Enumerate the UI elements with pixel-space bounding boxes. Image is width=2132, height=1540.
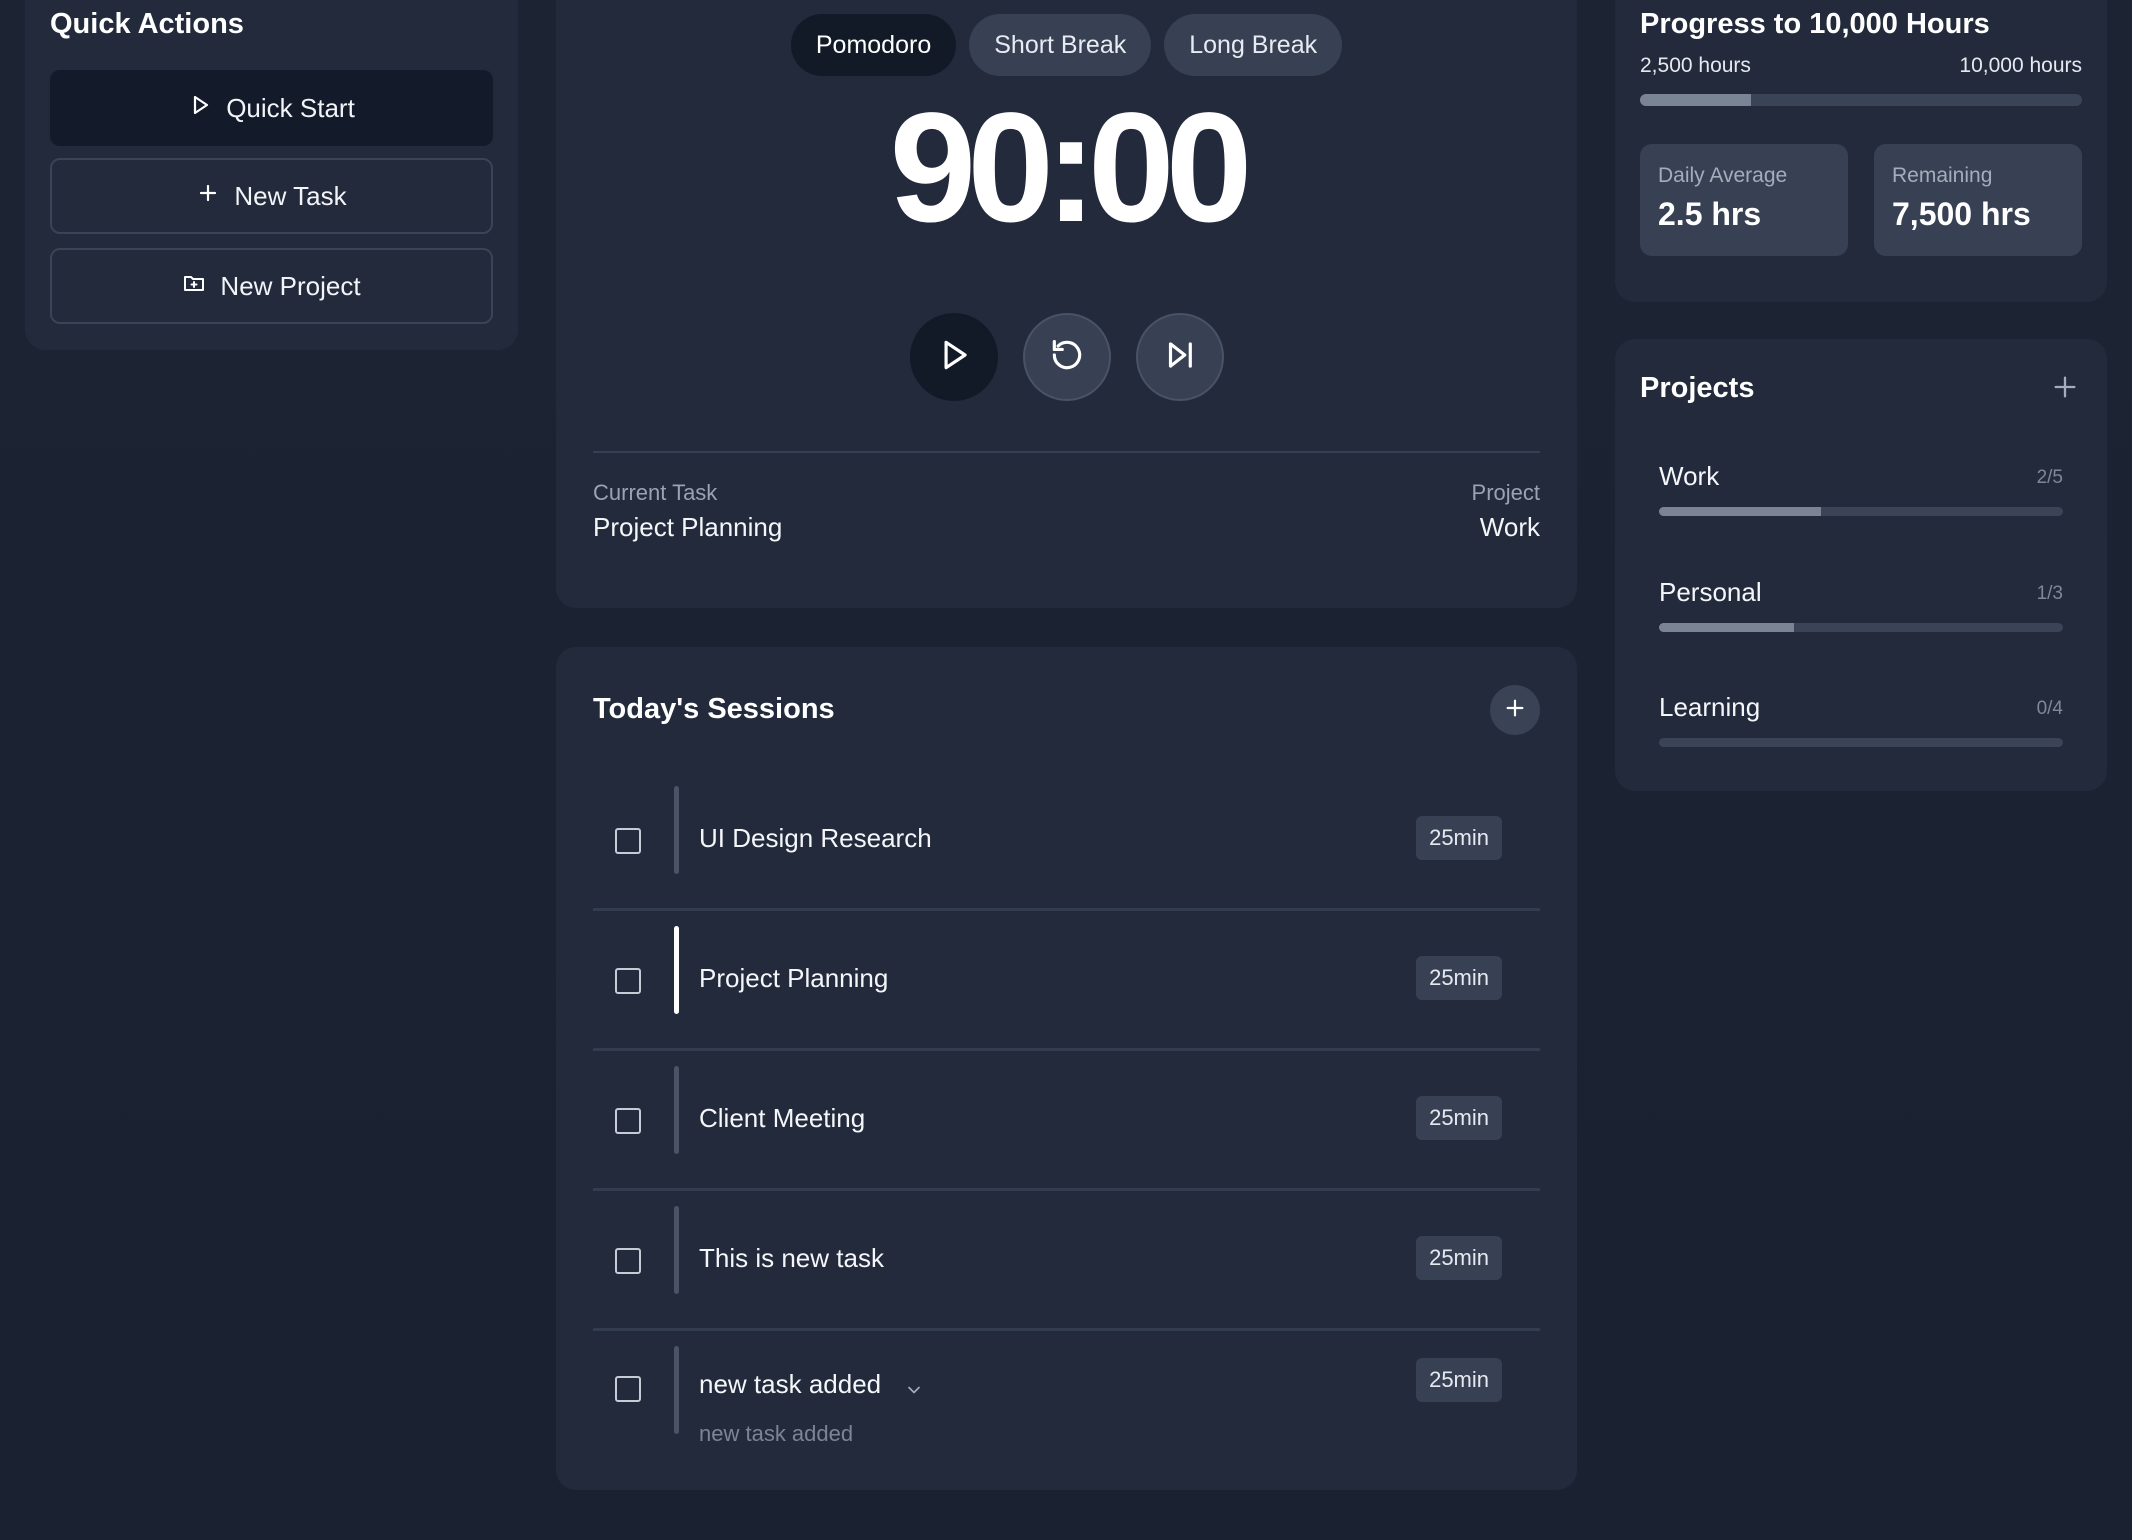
new-task-label: New Task xyxy=(234,180,347,211)
reset-button[interactable] xyxy=(1022,313,1111,401)
new-project-button[interactable]: New Project xyxy=(50,248,493,324)
session-name: new task added xyxy=(699,1369,882,1399)
session-row[interactable]: Client Meeting 25min xyxy=(593,1051,1540,1191)
progress-bar xyxy=(1640,94,2082,106)
session-row[interactable]: This is new task 25min xyxy=(593,1191,1540,1331)
plus-icon xyxy=(2051,376,2079,405)
quick-start-label: Quick Start xyxy=(226,92,355,123)
projects-card: Projects Work 2/5 Personal 1/3 Learning … xyxy=(1615,339,2107,791)
quick-start-button[interactable]: Quick Start xyxy=(50,70,493,146)
project-progress-fill xyxy=(1659,623,1794,632)
skip-button[interactable] xyxy=(1135,313,1224,401)
reset-icon xyxy=(1048,336,1086,379)
projects-title: Projects xyxy=(1640,372,1755,404)
session-duration-badge: 25min xyxy=(1416,816,1502,860)
tab-pomodoro[interactable]: Pomodoro xyxy=(790,14,957,76)
session-name: Project Planning xyxy=(699,963,889,993)
mode-tabs: Pomodoro Short Break Long Break xyxy=(556,14,1577,76)
project-count: 1/3 xyxy=(2036,583,2063,604)
chevron-down-icon[interactable] xyxy=(904,1376,924,1396)
divider xyxy=(593,451,1540,453)
remaining-value: 7,500 hrs xyxy=(1892,196,2031,232)
plus-icon xyxy=(1504,697,1526,724)
quick-actions-title: Quick Actions xyxy=(50,8,244,40)
current-task-label: Current Task xyxy=(593,480,718,505)
daily-average-stat: Daily Average 2.5 hrs xyxy=(1640,144,1848,256)
session-checkbox[interactable] xyxy=(615,968,641,994)
daily-average-label: Daily Average xyxy=(1658,164,1788,187)
project-item-personal[interactable]: Personal 1/3 xyxy=(1659,577,2063,667)
play-icon xyxy=(188,93,212,124)
session-duration-badge: 25min xyxy=(1416,956,1502,1000)
timer-display: 90:00 xyxy=(889,81,1253,255)
timer-card: Pomodoro Short Break Long Break 90:00 Cu… xyxy=(556,0,1577,608)
session-name: This is new task xyxy=(699,1243,884,1273)
session-indicator xyxy=(674,926,679,1014)
plus-icon xyxy=(196,181,220,212)
project-progress-fill xyxy=(1659,507,1821,516)
project-count: 2/5 xyxy=(2036,467,2063,488)
new-project-label: New Project xyxy=(220,270,361,301)
add-session-button[interactable] xyxy=(1490,685,1540,735)
play-button[interactable] xyxy=(909,313,998,401)
session-indicator xyxy=(674,1206,679,1294)
remaining-stat: Remaining 7,500 hrs xyxy=(1874,144,2082,256)
session-name: Client Meeting xyxy=(699,1103,866,1133)
progress-end-label: 10,000 hours xyxy=(1959,54,2082,77)
session-checkbox[interactable] xyxy=(615,828,641,854)
session-duration-badge: 25min xyxy=(1416,1236,1502,1280)
progress-card: Progress to 10,000 Hours 2,500 hours 10,… xyxy=(1615,0,2107,302)
remaining-label: Remaining xyxy=(1892,164,1993,187)
session-list: UI Design Research 25min Project Plannin… xyxy=(593,771,1540,1501)
add-project-button[interactable] xyxy=(2051,373,2079,401)
project-name: Personal xyxy=(1659,577,1762,607)
session-duration-badge: 25min xyxy=(1416,1096,1502,1140)
project-name: Work xyxy=(1659,461,1720,491)
session-checkbox[interactable] xyxy=(615,1376,641,1402)
project-name: Learning xyxy=(1659,692,1761,722)
project-progress-bar xyxy=(1659,623,2063,632)
session-checkbox[interactable] xyxy=(615,1108,641,1134)
session-description: new task added xyxy=(699,1421,854,1446)
project-progress-bar xyxy=(1659,738,2063,747)
folder-plus-icon xyxy=(182,271,206,302)
project-count: 0/4 xyxy=(2036,698,2063,719)
project-progress-bar xyxy=(1659,507,2063,516)
tab-short-break[interactable]: Short Break xyxy=(969,14,1152,76)
session-indicator xyxy=(674,786,679,874)
project-item-work[interactable]: Work 2/5 xyxy=(1659,461,2063,551)
session-row[interactable]: new task added new task added 25min xyxy=(593,1331,1540,1501)
new-task-button[interactable]: New Task xyxy=(50,158,493,234)
current-task-value: Project Planning xyxy=(593,512,783,542)
progress-start-label: 2,500 hours xyxy=(1640,54,1751,77)
skip-icon xyxy=(1161,336,1199,379)
daily-average-value: 2.5 hrs xyxy=(1658,196,1762,232)
tab-long-break[interactable]: Long Break xyxy=(1164,14,1343,76)
session-indicator xyxy=(674,1066,679,1154)
progress-bar-fill xyxy=(1640,94,1751,106)
sessions-title: Today's Sessions xyxy=(593,693,835,725)
session-name-wrap: new task added xyxy=(699,1369,924,1400)
session-checkbox[interactable] xyxy=(615,1248,641,1274)
quick-actions-card: Quick Actions Quick Start New Task New P… xyxy=(25,0,518,350)
progress-title: Progress to 10,000 Hours xyxy=(1640,8,1990,40)
project-label: Project xyxy=(1471,480,1540,505)
session-row[interactable]: Project Planning 25min xyxy=(593,911,1540,1051)
session-duration-badge: 25min xyxy=(1416,1358,1502,1402)
session-indicator xyxy=(674,1346,679,1434)
timer-controls xyxy=(556,313,1577,401)
project-value: Work xyxy=(1479,512,1540,542)
play-icon xyxy=(935,336,973,379)
session-row[interactable]: UI Design Research 25min xyxy=(593,771,1540,911)
sessions-card: Today's Sessions UI Design Research 25mi… xyxy=(556,647,1577,1490)
session-name: UI Design Research xyxy=(699,823,932,853)
project-item-learning[interactable]: Learning 0/4 xyxy=(1659,692,2063,782)
